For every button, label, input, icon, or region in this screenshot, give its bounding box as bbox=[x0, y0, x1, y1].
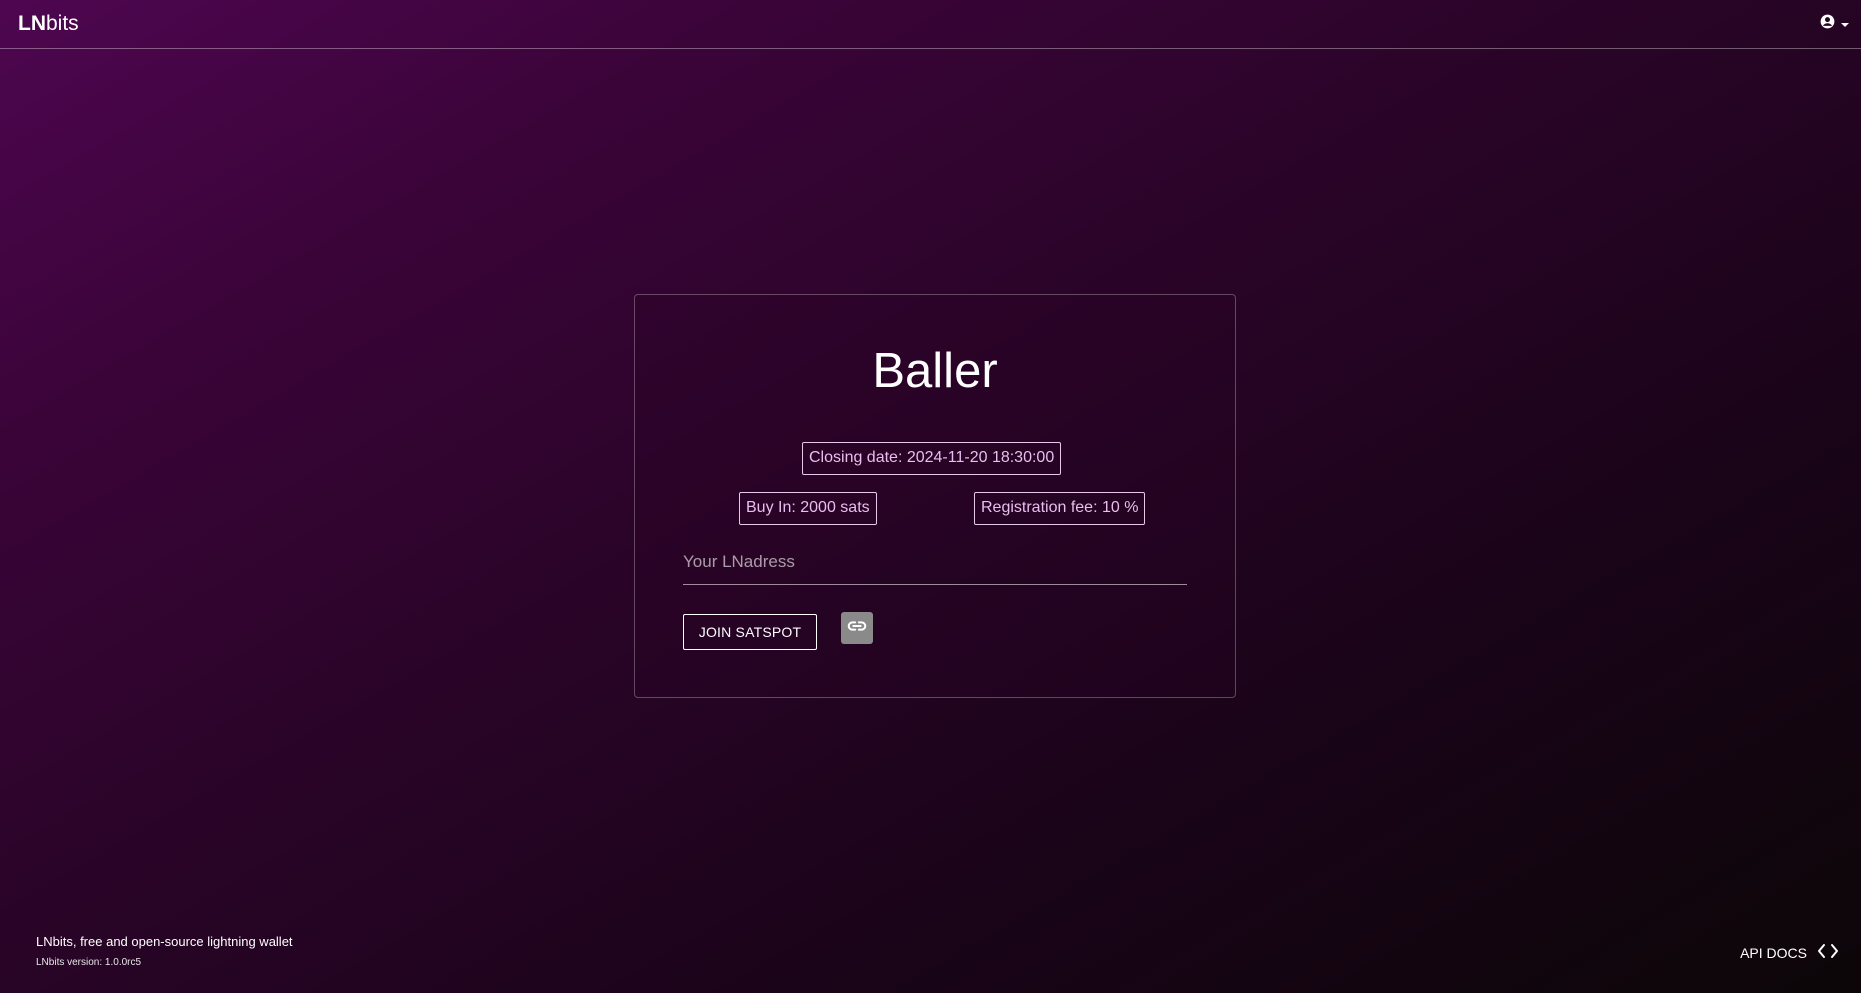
api-docs-button[interactable]: API DOCS bbox=[1740, 943, 1839, 962]
account-menu-button[interactable] bbox=[1820, 14, 1849, 34]
buy-in-badge: Buy In: 2000 sats bbox=[739, 492, 877, 525]
top-toolbar: LNbits bbox=[0, 0, 1861, 49]
link-icon bbox=[846, 615, 868, 642]
app-logo[interactable]: LNbits bbox=[18, 12, 79, 36]
brand-bold: LN bbox=[18, 12, 46, 35]
code-icon bbox=[1817, 943, 1839, 962]
lnaddress-input[interactable] bbox=[683, 542, 1187, 582]
footer-version: LNbits version: 1.0.0rc5 bbox=[36, 957, 142, 968]
footer-info: LNbits, free and open-source lightning w… bbox=[36, 934, 293, 969]
join-satspot-button[interactable]: JOIN SATSPOT bbox=[683, 614, 817, 650]
satspot-title: Baller bbox=[872, 344, 998, 398]
satspot-card: Baller Closing date: 2024-11-20 18:30:00… bbox=[634, 294, 1236, 698]
copy-link-button[interactable] bbox=[841, 612, 873, 644]
lnaddress-field bbox=[683, 540, 1187, 585]
closing-date-badge: Closing date: 2024-11-20 18:30:00 bbox=[802, 442, 1062, 475]
brand-rest: bits bbox=[46, 12, 79, 35]
footer-tagline: LNbits, free and open-source lightning w… bbox=[36, 934, 293, 949]
registration-fee-badge: Registration fee: 10 % bbox=[974, 492, 1146, 525]
account-circle-icon bbox=[1820, 14, 1835, 34]
caret-down-icon bbox=[1841, 15, 1849, 33]
api-docs-label: API DOCS bbox=[1740, 944, 1807, 961]
